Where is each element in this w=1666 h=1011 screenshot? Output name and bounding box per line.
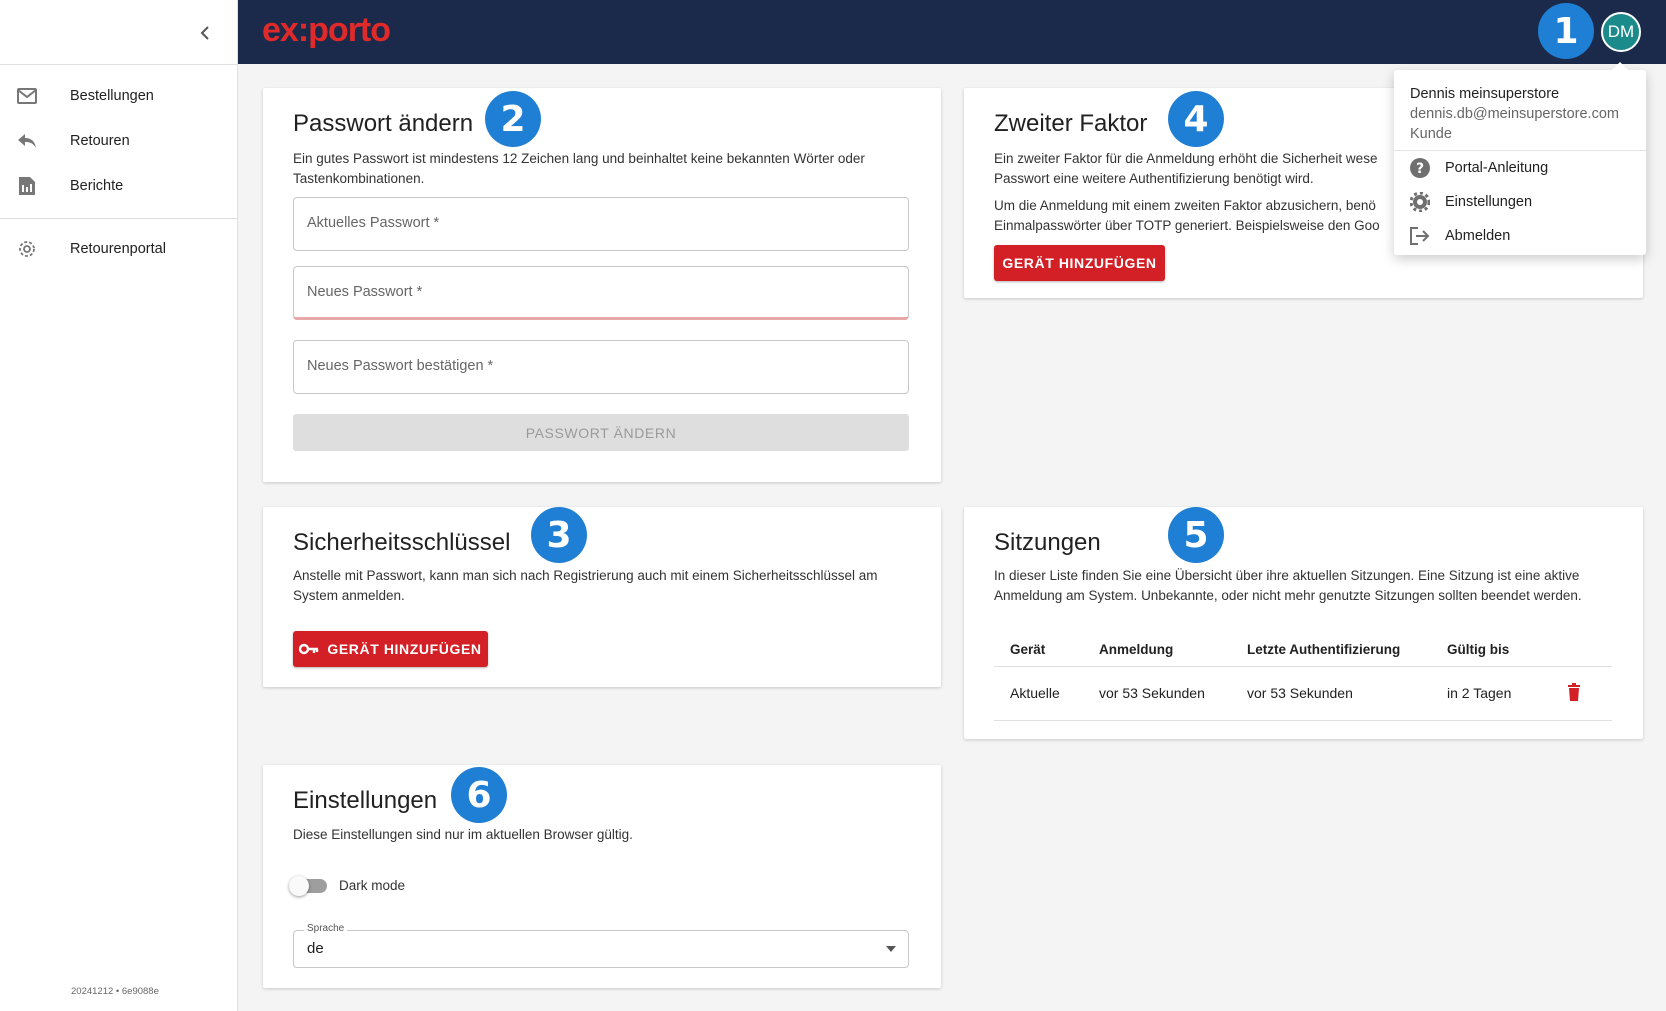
sidebar-item-label: Bestellungen [70,88,154,104]
report-icon [16,175,38,197]
sidebar-item-berichte[interactable]: Berichte [0,164,238,208]
toggle-knob [289,876,309,896]
select-label: Sprache [304,923,348,934]
user-name: Dennis meinsuperstore [1410,86,1560,102]
sidebar-item-retourenportal[interactable]: Retourenportal [0,227,238,271]
brand-logo[interactable]: ex:porto [262,11,391,50]
field-placeholder: Neues Passwort bestätigen * [307,358,494,374]
user-email: dennis.db@meinsuperstore.com [1410,106,1619,122]
security-key-card: Sicherheitsschlüssel Anstelle mit Passwo… [263,507,941,687]
sidebar: Bestellungen Retouren Berichte Retourenp… [0,0,238,1011]
menu-item-label: Portal-Anleitung [1445,160,1549,176]
user-role: Kunde [1410,126,1452,142]
change-password-button[interactable]: PASSWORT ÄNDERN [293,414,909,451]
gear-icon [1409,191,1431,213]
dark-mode-label: Dark mode [339,878,406,893]
help-icon: ? [1409,157,1431,179]
sidebar-divider [0,218,238,219]
card-title: Sitzungen [994,529,1101,556]
collapse-sidebar-button[interactable] [190,20,220,46]
mail-icon [16,85,38,107]
reply-icon [16,130,38,152]
column-header: Letzte Authentifizierung [1231,634,1431,667]
sidebar-item-label: Berichte [70,178,124,194]
card-title: Passwort ändern [293,110,474,137]
dropdown-arrow-icon [886,946,896,952]
svg-text:?: ? [1416,161,1424,177]
sidebar-item-label: Retouren [70,133,130,149]
session-device: Aktuelle [994,666,1083,721]
column-header: Gültig bis [1431,634,1551,667]
user-avatar-button[interactable]: DM [1601,12,1641,52]
sessions-table: Gerät Anmeldung Letzte Authentifizierung… [994,634,1612,721]
session-last-auth: vor 53 Sekunden [1231,666,1431,721]
menu-item-abmelden[interactable]: Abmelden [1394,219,1646,253]
logout-icon [1409,225,1431,247]
session-login: vor 53 Sekunden [1083,666,1231,721]
session-valid-until: in 2 Tagen [1431,666,1551,721]
new-password-field[interactable]: Neues Passwort * [293,266,909,320]
sidebar-item-retouren[interactable]: Retouren [0,119,238,163]
column-header-actions [1551,634,1612,667]
column-header: Anmeldung [1083,634,1231,667]
logo-part: : [297,11,309,49]
menu-item-label: Abmelden [1445,228,1511,244]
current-password-field[interactable]: Aktuelles Passwort * [293,197,909,251]
version-label: 20241212 • 6e9088e [71,986,159,997]
card-description: Anstelle mit Passwort, kann man sich nac… [293,568,878,603]
add-2fa-device-button[interactable]: GERÄT HINZUFÜGEN [994,245,1165,281]
card-title: Einstellungen [293,787,438,814]
logo-part: ex [262,11,299,49]
sessions-card: Sitzungen In dieser Liste finden Sie ein… [964,507,1643,739]
sidebar-item-bestellungen[interactable]: Bestellungen [0,74,238,118]
button-label: GERÄT HINZUFÜGEN [1002,255,1157,271]
sidebar-divider [0,64,238,65]
user-menu: Dennis meinsuperstore dennis.db@meinsupe… [1394,62,1646,255]
top-bar: ex:porto [238,0,1666,64]
card-title: Sicherheitsschlüssel [293,529,511,556]
step-badge: 3 [531,507,587,563]
dark-mode-toggle[interactable] [289,876,327,896]
language-select[interactable]: Sprache de [293,923,909,968]
step-badge: 4 [1168,91,1224,147]
menu-item-label: Einstellungen [1445,194,1533,210]
step-badge: 6 [451,767,507,823]
delete-session-button[interactable] [1567,682,1581,704]
field-placeholder: Neues Passwort * [307,284,423,300]
button-label: GERÄT HINZUFÜGEN [327,641,482,657]
select-value: de [307,940,324,957]
table-row: Aktuelle vor 53 Sekunden vor 53 Sekunden… [994,666,1612,721]
logo-part: porto [308,11,391,49]
add-security-key-button[interactable]: GERÄT HINZUFÜGEN [293,631,488,667]
menu-item-einstellungen[interactable]: Einstellungen [1394,185,1646,219]
password-card: Passwort ändern Ein gutes Passwort ist m… [263,88,941,482]
confirm-password-field[interactable]: Neues Passwort bestätigen * [293,340,909,394]
table-header-row: Gerät Anmeldung Letzte Authentifizierung… [994,634,1612,667]
key-icon [299,643,319,655]
card-description: In dieser Liste finden Sie eine Übersich… [994,568,1582,603]
session-actions [1551,666,1612,721]
step-badge: 2 [485,91,541,147]
step-badge: 1 [1538,3,1594,59]
sidebar-item-label: Retourenportal [70,241,166,257]
gear-icon [16,238,38,260]
step-badge: 5 [1168,507,1224,563]
settings-card: Einstellungen Diese Einstellungen sind n… [263,765,941,988]
chevron-left-icon [200,26,209,40]
field-placeholder: Aktuelles Passwort * [307,215,440,231]
card-description: Ein gutes Passwort ist mindestens 12 Zei… [293,151,865,186]
card-description: Diese Einstellungen sind nur im aktuelle… [293,827,633,842]
trash-icon [1568,682,1580,701]
menu-item-portal-anleitung[interactable]: ? Portal-Anleitung [1394,151,1646,185]
column-header: Gerät [994,634,1083,667]
card-title: Zweiter Faktor [994,110,1148,137]
